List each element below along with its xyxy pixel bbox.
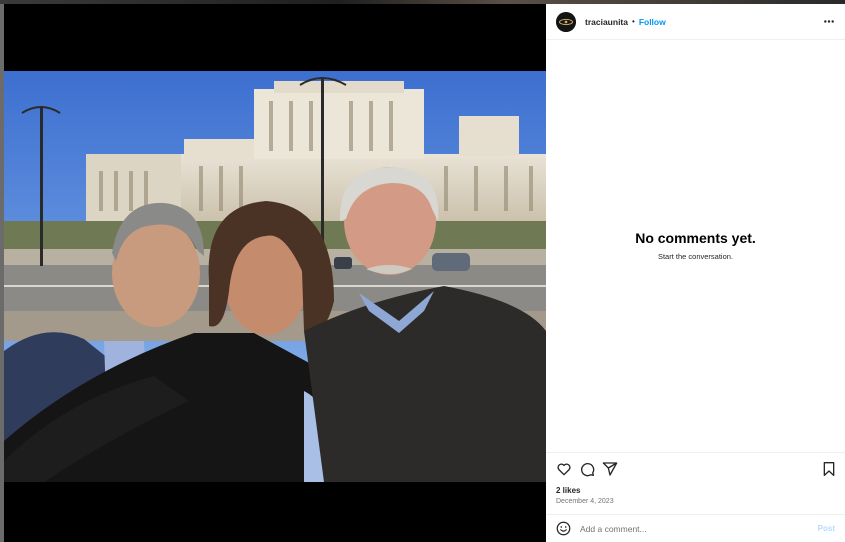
emoji-icon[interactable] bbox=[556, 521, 571, 536]
likes-count[interactable]: 2 likes bbox=[556, 486, 580, 495]
post-header: traciaunita • Follow bbox=[546, 4, 845, 40]
post-photo[interactable] bbox=[4, 71, 546, 482]
follow-button[interactable]: Follow bbox=[639, 17, 666, 27]
post-date[interactable]: December 4, 2023 bbox=[556, 498, 614, 505]
more-options-icon[interactable] bbox=[823, 16, 835, 28]
post-media[interactable] bbox=[4, 4, 546, 542]
comments-panel: traciaunita • Follow No comments yet. St… bbox=[546, 4, 845, 542]
empty-comments-subtitle: Start the conversation. bbox=[657, 252, 734, 261]
post-comment-button[interactable]: Post bbox=[818, 524, 835, 533]
comment-bar: Post bbox=[546, 514, 845, 542]
empty-comments-title: No comments yet. bbox=[635, 230, 756, 246]
comment-icon[interactable] bbox=[579, 461, 595, 477]
profile-avatar[interactable] bbox=[556, 11, 576, 32]
action-icon-row bbox=[556, 461, 837, 477]
separator-dot: • bbox=[632, 17, 635, 26]
avatar-logo-image bbox=[556, 11, 576, 32]
heart-icon[interactable] bbox=[556, 461, 572, 477]
share-icon[interactable] bbox=[602, 461, 618, 477]
comment-input[interactable] bbox=[580, 523, 800, 534]
post-actions bbox=[546, 452, 845, 477]
username-link[interactable]: traciaunita bbox=[585, 17, 628, 27]
bookmark-icon[interactable] bbox=[821, 461, 837, 477]
empty-comments-state: No comments yet. Start the conversation. bbox=[546, 230, 845, 261]
